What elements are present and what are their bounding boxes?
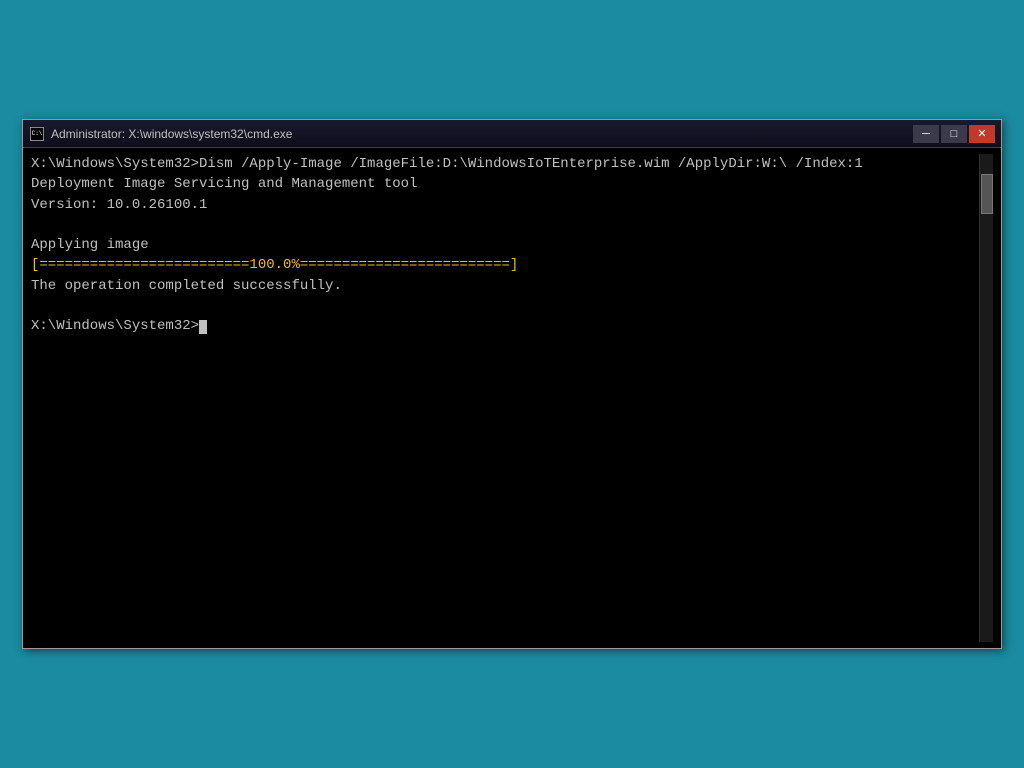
console-content[interactable]: X:\Windows\System32>Dism /Apply-Image /I…	[31, 154, 979, 642]
cmd-window: Administrator: X:\windows\system32\cmd.e…	[22, 119, 1002, 649]
output-line1: Deployment Image Servicing and Managemen…	[31, 176, 417, 192]
cursor	[199, 320, 207, 334]
maximize-button[interactable]: □	[941, 125, 967, 143]
window-controls: ─ □ ✕	[913, 125, 995, 143]
cmd-window-icon	[29, 126, 45, 142]
output-line2: Version: 10.0.26100.1	[31, 197, 207, 213]
title-bar-left: Administrator: X:\windows\system32\cmd.e…	[29, 126, 292, 142]
console-output: X:\Windows\System32>Dism /Apply-Image /I…	[31, 154, 979, 337]
window-title: Administrator: X:\windows\system32\cmd.e…	[51, 127, 292, 141]
console-area: X:\Windows\System32>Dism /Apply-Image /I…	[23, 148, 1001, 648]
progress-bar: [=========================100.0%========…	[31, 257, 518, 273]
success-message: The operation completed successfully.	[31, 278, 342, 294]
title-bar: Administrator: X:\windows\system32\cmd.e…	[23, 120, 1001, 148]
output-line4: Applying image	[31, 237, 149, 253]
command-line: X:\Windows\System32>Dism /Apply-Image /I…	[31, 156, 863, 172]
scrollbar[interactable]	[979, 154, 993, 642]
close-button[interactable]: ✕	[969, 125, 995, 143]
scrollbar-thumb[interactable]	[981, 174, 993, 214]
minimize-button[interactable]: ─	[913, 125, 939, 143]
final-prompt: X:\Windows\System32>	[31, 318, 199, 334]
cmd-icon	[30, 127, 44, 141]
